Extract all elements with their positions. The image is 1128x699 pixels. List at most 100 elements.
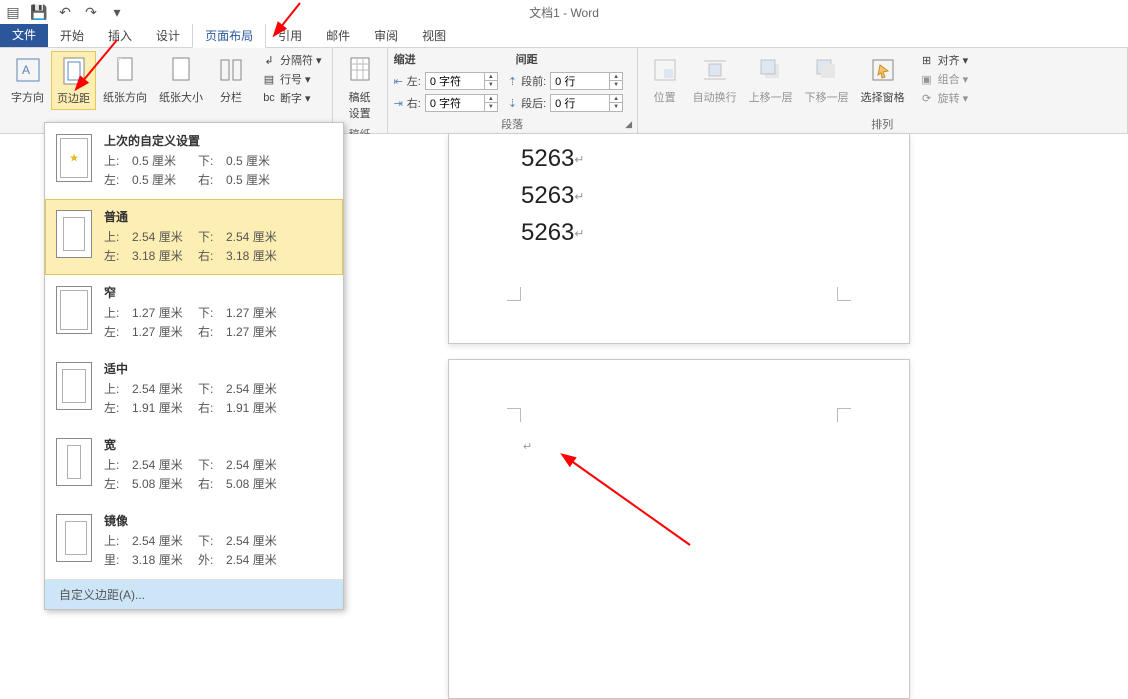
thumb-last-icon: ★ [56,134,92,182]
size-button[interactable]: 纸张大小 [154,51,208,108]
columns-label: 分栏 [220,89,242,105]
manuscript-icon [344,54,376,86]
hyphenation-icon: bc [262,91,276,105]
margins-preset-narrow[interactable]: 窄 上:1.27 厘米下:1.27 厘米 左:1.27 厘米右:1.27 厘米 [45,275,343,351]
align-icon: ⊞ [920,53,934,67]
custom-margins-item[interactable]: 自定义边距(A)... [45,579,343,609]
breaks-button[interactable]: ↲分隔符 ▾ [258,51,326,69]
tab-home[interactable]: 开始 [48,24,96,47]
margins-icon [58,55,90,87]
size-icon [165,54,197,86]
crop-mark-icon [837,408,851,422]
group-paragraph-label: 段落 [394,114,631,132]
orientation-label: 纸张方向 [103,89,147,105]
manuscript-settings-button[interactable]: 稿纸 设置 [339,51,381,124]
group-icon: ▣ [920,72,934,86]
tab-layout[interactable]: 页面布局 [192,23,266,48]
margins-preset-mirrored[interactable]: 镜像 上:2.54 厘米下:2.54 厘米 里:3.18 厘米外:2.54 厘米 [45,503,343,579]
rotate-icon: ⟳ [920,91,934,105]
spacing-before-input[interactable] [551,73,609,89]
crop-mark-icon [837,287,851,301]
tab-design[interactable]: 设计 [144,24,192,47]
paragraph-mark-icon: ↵ [523,440,532,453]
spacing-before-icon: ⇡ [508,75,517,88]
margins-preset-last[interactable]: ★ 上次的自定义设置 上:0.5 厘米下:0.5 厘米 左:0.5 厘米右:0.… [45,123,343,199]
text-direction-icon: A [12,54,44,86]
backward-icon [811,54,843,86]
rotate-button[interactable]: ⟳旋转 ▾ [916,89,973,107]
wrap-button[interactable]: 自动换行 [688,51,742,108]
send-backward-button[interactable]: 下移一层 [800,51,854,108]
title-bar: ▤ 💾 ↶ ↷ ▾ 文档1 - Word [0,0,1128,24]
orientation-icon [109,54,141,86]
tab-mailings[interactable]: 邮件 [314,24,362,47]
indent-left-input[interactable] [426,73,484,89]
group-paragraph: 缩进 间距 ⇤ 左: ▲▼ ⇡ 段前: ▲▼ ⇥ 右: ▲▼ ⇣ 段后: ▲▼ … [388,48,638,133]
indent-right-label: 右: [407,95,421,111]
indent-right-input[interactable] [426,95,484,111]
spacing-after-icon: ⇣ [508,97,517,110]
selection-pane-button[interactable]: 选择窗格 [856,51,910,108]
spacing-after-input[interactable] [551,95,609,111]
indent-left-label: 左: [407,73,421,89]
group-page-setup: A 字方向 页边距 纸张方向 纸张大小 分栏 ↲分隔符 ▾ ▤行号 ▾ [0,48,333,133]
margins-preset-normal[interactable]: 普通 上:2.54 厘米下:2.54 厘米 左:3.18 厘米右:3.18 厘米 [45,199,343,275]
margins-label: 页边距 [57,90,90,106]
paragraph-dialog-launcher[interactable]: ◢ [623,119,635,131]
qat-save-icon[interactable]: 💾 [28,2,50,22]
group-manuscript: 稿纸 设置 稿纸 [333,48,388,133]
bring-forward-button[interactable]: 上移一层 [744,51,798,108]
align-button[interactable]: ⊞对齐 ▾ [916,51,973,69]
selection-pane-icon [867,54,899,86]
ribbon-tabs: 文件 开始 插入 设计 页面布局 引用 邮件 审阅 视图 [0,24,1128,48]
crop-mark-icon [507,408,521,422]
spacing-before-label: 段前: [521,73,546,89]
line-numbers-icon: ▤ [262,72,276,86]
qat-customize-icon[interactable]: ▾ [106,2,128,22]
margins-button[interactable]: 页边距 [51,51,96,110]
qat-page-icon[interactable]: ▤ [2,2,24,22]
margins-preset-wide[interactable]: 宽 上:2.54 厘米下:2.54 厘米 左:5.08 厘米右:5.08 厘米 [45,427,343,503]
page-2[interactable]: ↵ [448,359,910,699]
columns-icon [215,54,247,86]
margins-preset-moderate[interactable]: 适中 上:2.54 厘米下:2.54 厘米 左:1.91 厘米右:1.91 厘米 [45,351,343,427]
manuscript-label: 稿纸 设置 [349,89,371,121]
tab-review[interactable]: 审阅 [362,24,410,47]
page-1[interactable]: 5263↵ 5263↵ 5263↵ [448,134,910,344]
position-button[interactable]: 位置 [644,51,686,108]
hyphenation-button[interactable]: bc断字 ▾ [258,89,326,107]
tab-view[interactable]: 视图 [410,24,458,47]
quick-access-toolbar: ▤ 💾 ↶ ↷ ▾ [0,2,128,22]
tab-insert[interactable]: 插入 [96,24,144,47]
indent-right-spinner[interactable]: ▲▼ [425,94,498,112]
spacing-before-spinner[interactable]: ▲▼ [550,72,623,90]
columns-button[interactable]: 分栏 [210,51,252,108]
breaks-icon: ↲ [262,53,276,67]
qat-undo-icon[interactable]: ↶ [54,2,76,22]
group-button[interactable]: ▣组合 ▾ [916,70,973,88]
thumb-mirror-icon [56,514,92,562]
qat-redo-icon[interactable]: ↷ [80,2,102,22]
spacing-header: 间距 [516,51,546,69]
svg-text:A: A [22,63,30,77]
crop-mark-icon [507,287,521,301]
document-body-text[interactable]: 5263↵ 5263↵ 5263↵ [449,134,909,252]
indent-left-spinner[interactable]: ▲▼ [425,72,498,90]
orientation-button[interactable]: 纸张方向 [98,51,152,108]
text-direction-button[interactable]: A 字方向 [6,51,49,108]
thumb-normal-icon [56,210,92,258]
indent-right-icon: ⇥ [394,97,403,110]
window-title: 文档1 - Word [529,4,599,21]
text-direction-label: 字方向 [11,89,44,105]
spacing-after-spinner[interactable]: ▲▼ [550,94,623,112]
spacing-after-label: 段后: [521,95,546,111]
line-numbers-button[interactable]: ▤行号 ▾ [258,70,326,88]
tab-file[interactable]: 文件 [0,22,48,47]
position-icon [649,54,681,86]
tab-references[interactable]: 引用 [266,24,314,47]
thumb-narrow-icon [56,286,92,334]
group-arrange-label: 排列 [644,114,1121,132]
size-label: 纸张大小 [159,89,203,105]
indent-header: 缩进 [394,51,424,69]
thumb-moderate-icon [56,362,92,410]
